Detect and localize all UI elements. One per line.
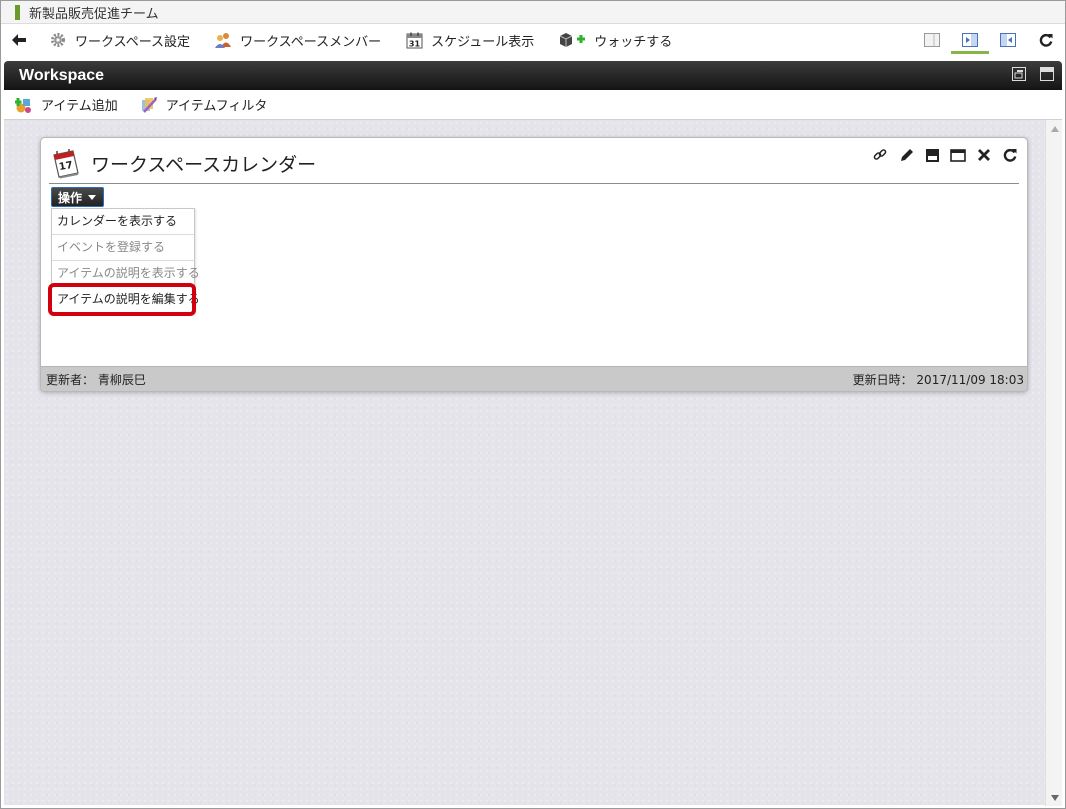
- restore-window-button[interactable]: [1012, 67, 1026, 86]
- calendar-icon: 31: [405, 31, 423, 49]
- link-icon: [873, 149, 887, 160]
- updated-at: 更新日時： 2017/11/09 18:03: [852, 372, 1024, 387]
- menu-item-register-event: イベントを登録する: [52, 235, 194, 261]
- maximize-icon: [950, 148, 966, 162]
- refresh-icon: [1003, 148, 1017, 162]
- portlet-header: 17 ワークスペースカレンダー: [49, 144, 1019, 184]
- portlet-title: ワークスペースカレンダー: [91, 155, 317, 176]
- watch-add-icon: [558, 31, 586, 49]
- add-item-button[interactable]: アイテム追加: [15, 95, 118, 114]
- layout-right-pane-icon: [962, 33, 978, 47]
- updated-by: 更新者： 青柳辰巳: [46, 372, 146, 387]
- layout-left-pane-icon: [1000, 33, 1016, 47]
- menu-item-show-calendar[interactable]: カレンダーを表示する: [52, 209, 194, 235]
- scroll-down-button[interactable]: [1046, 789, 1063, 806]
- watch-label: ウォッチする: [594, 34, 673, 50]
- layout-single-icon: [924, 33, 940, 47]
- add-item-label: アイテム追加: [41, 99, 118, 114]
- edit-button[interactable]: [897, 146, 915, 164]
- calendar-page-icon: 17: [53, 148, 79, 178]
- layout-single-button[interactable]: [913, 24, 951, 56]
- workspace-settings-label: ワークスペース設定: [75, 34, 191, 50]
- scroll-down-icon: [1050, 794, 1059, 801]
- workspace-title: Workspace: [19, 66, 105, 84]
- workspace-canvas: 17 ワークスペースカレンダー 操作 カレンダーを表示する イベントを登録する …: [4, 119, 1062, 806]
- gear-icon: [49, 31, 67, 49]
- item-filter-label: アイテムフィルタ: [165, 99, 268, 114]
- close-portlet-button[interactable]: [975, 146, 993, 164]
- caret-down-icon: [88, 194, 97, 200]
- workspace-header-controls: [1012, 67, 1054, 86]
- pencil-icon: [900, 148, 913, 161]
- members-icon: [214, 31, 232, 49]
- schedule-view-button[interactable]: 31 スケジュール表示: [393, 24, 546, 56]
- highlight-annotation: [48, 283, 196, 316]
- toolbar-right-group: [913, 24, 1065, 56]
- vertical-scrollbar[interactable]: [1045, 120, 1062, 806]
- scroll-up-icon: [1050, 125, 1059, 132]
- refresh-portlet-button[interactable]: [1001, 146, 1019, 164]
- operations-dropdown-button[interactable]: 操作: [51, 187, 105, 207]
- item-filter-button[interactable]: アイテムフィルタ: [140, 95, 268, 114]
- main-toolbar: ワークスペース設定 ワークスペースメンバー 31 スケジュール表示 ウォッチする: [1, 24, 1065, 56]
- back-arrow-icon: [12, 34, 26, 46]
- restore-window-icon: [1012, 67, 1026, 81]
- calendar-portlet: 17 ワークスペースカレンダー 操作 カレンダーを表示する イベントを登録する …: [40, 137, 1028, 392]
- title-bar: 新製品販売促進チーム: [1, 1, 1065, 24]
- refresh-button[interactable]: [1027, 24, 1065, 56]
- maximize-portlet-button[interactable]: [949, 146, 967, 164]
- scroll-up-button[interactable]: [1046, 120, 1063, 137]
- add-item-icon: [15, 97, 31, 113]
- close-icon: [978, 149, 990, 161]
- portlet-tools: [871, 146, 1019, 164]
- workspace-header: Workspace: [4, 61, 1062, 90]
- portlet-footer: 更新者： 青柳辰巳 更新日時： 2017/11/09 18:03: [41, 366, 1027, 391]
- link-button[interactable]: [871, 146, 889, 164]
- title-marker: [15, 4, 20, 20]
- back-button[interactable]: [1, 24, 37, 56]
- minimize-portlet-button[interactable]: [923, 146, 941, 164]
- layout-left-pane-button[interactable]: [989, 24, 1027, 56]
- watch-button[interactable]: ウォッチする: [546, 24, 684, 56]
- workspace-members-button[interactable]: ワークスペースメンバー: [202, 24, 393, 56]
- maximize-window-icon: [1040, 67, 1054, 81]
- calendar-icon-day: 31: [409, 39, 421, 48]
- workspace-settings-button[interactable]: ワークスペース設定: [37, 24, 202, 56]
- maximize-window-button[interactable]: [1040, 67, 1054, 86]
- workspace-subtoolbar: アイテム追加 アイテムフィルタ: [4, 90, 1062, 119]
- minimize-icon: [925, 148, 939, 162]
- filter-icon: [141, 96, 157, 113]
- schedule-view-label: スケジュール表示: [431, 34, 535, 50]
- refresh-icon: [1039, 33, 1053, 47]
- operations-label: 操作: [58, 190, 83, 205]
- workspace-members-label: ワークスペースメンバー: [240, 34, 382, 50]
- layout-right-pane-button[interactable]: [951, 24, 989, 56]
- window-title: 新製品販売促進チーム: [29, 6, 159, 22]
